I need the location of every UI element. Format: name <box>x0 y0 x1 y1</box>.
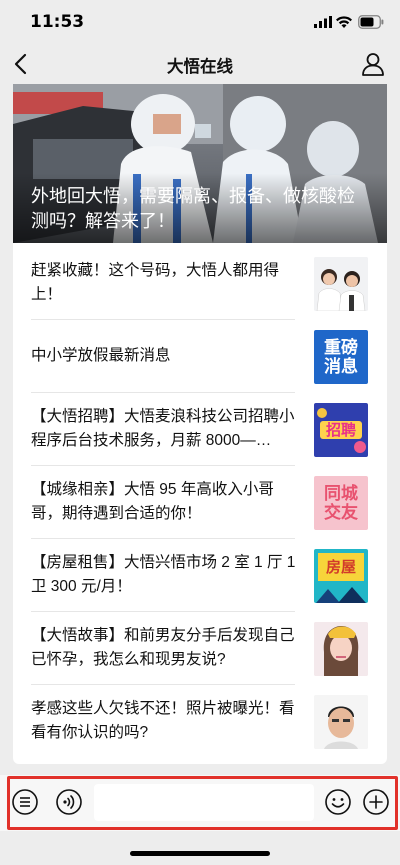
news-thumbnail: 同城交友 <box>314 476 368 530</box>
woman-photo <box>314 622 368 676</box>
news-title: 【房屋租售】大悟兴悟市场 2 室 1 厅 1 卫 300 元/月！ <box>31 554 296 595</box>
news-title: 中小学放假最新消息 <box>31 347 171 364</box>
signal-icon <box>314 16 332 28</box>
highlight-box <box>7 776 398 830</box>
news-title: 【城缘相亲】大悟 95 年高收入小哥哥，期待遇到合适的你！ <box>31 481 274 522</box>
news-thumbnail: 重磅消息 <box>314 330 368 384</box>
thumb-label: 房屋 <box>325 558 356 576</box>
thumb-label: 重磅消息 <box>324 338 358 376</box>
page-title: 大悟在线 <box>167 58 233 76</box>
news-item[interactable]: 【城缘相亲】大悟 95 年高收入小哥哥，期待遇到合适的你！ 同城交友 <box>31 466 371 539</box>
news-item[interactable]: 赶紧收藏！这个号码，大悟人都用得上！ <box>31 247 371 320</box>
status-time: 11:53 <box>30 12 85 32</box>
status-bar: 11:53 <box>0 0 400 44</box>
news-thumbnail <box>314 695 368 749</box>
news-title: 赶紧收藏！这个号码，大悟人都用得上！ <box>31 262 280 303</box>
profile-icon[interactable] <box>360 50 386 78</box>
news-thumbnail: 招聘 <box>314 403 368 457</box>
home-indicator <box>130 851 270 856</box>
thumb-label: 招聘 <box>325 421 356 439</box>
nav-bar: 大悟在线 <box>0 44 400 84</box>
operator-photo <box>314 257 368 311</box>
news-title: 孝感这些人欠钱不还！照片被曝光！看看有你认识的吗? <box>31 700 295 741</box>
article-card: 外地回大悟，需要隔离、报备、做核酸检测吗？解答来了！ 赶紧收藏！这个号码，大悟人… <box>13 84 387 764</box>
news-item[interactable]: 【大悟招聘】大悟麦浪科技公司招聘小程序后台技术服务，月薪 8000—… 招聘 <box>31 393 371 466</box>
wifi-icon <box>336 16 352 28</box>
hero-article[interactable]: 外地回大悟，需要隔离、报备、做核酸检测吗？解答来了！ <box>13 84 387 243</box>
news-thumbnail <box>314 257 368 311</box>
hero-title: 外地回大悟，需要隔离、报备、做核酸检测吗？解答来了！ <box>31 186 355 231</box>
news-title: 【大悟故事】和前男友分手后发现自己已怀孕，我怎么和现男友说? <box>31 627 295 668</box>
news-thumbnail: 房屋 <box>314 549 368 603</box>
man-photo <box>314 695 368 749</box>
news-item[interactable]: 【大悟故事】和前男友分手后发现自己已怀孕，我怎么和现男友说? <box>31 612 371 685</box>
battery-icon <box>358 15 384 29</box>
news-thumbnail <box>314 622 368 676</box>
news-title: 【大悟招聘】大悟麦浪科技公司招聘小程序后台技术服务，月薪 8000—… <box>31 408 295 449</box>
news-item[interactable]: 中小学放假最新消息 重磅消息 <box>31 320 371 393</box>
thumb-label: 同城交友 <box>324 484 358 522</box>
news-item[interactable]: 孝感这些人欠钱不还！照片被曝光！看看有你认识的吗? <box>31 685 371 758</box>
news-item[interactable]: 【房屋租售】大悟兴悟市场 2 室 1 厅 1 卫 300 元/月！ 房屋 <box>31 539 371 612</box>
